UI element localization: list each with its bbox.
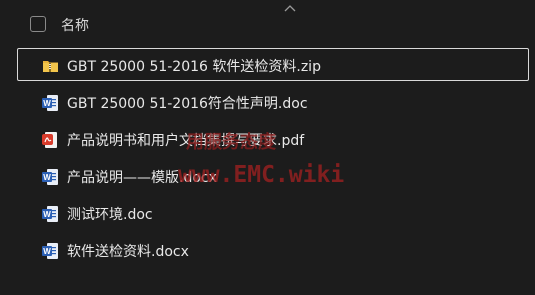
pdf-icon — [42, 132, 57, 148]
file-row-doc[interactable]: W GBT 25000 51-2016符合性声明.doc — [17, 85, 529, 118]
file-row-pdf[interactable]: 产品说明书和用户文档集撰写要求.pdf — [17, 122, 529, 155]
column-header: 名称 — [0, 8, 535, 40]
file-name: GBT 25000 51-2016 软件送检资料.zip — [67, 59, 321, 75]
svg-text:W: W — [43, 247, 51, 256]
word-icon: W — [42, 206, 58, 222]
file-name: GBT 25000 51-2016符合性声明.doc — [67, 96, 308, 112]
svg-text:W: W — [43, 99, 51, 108]
select-all-checkbox[interactable] — [30, 16, 46, 32]
word-icon: W — [42, 169, 58, 185]
file-name: 测试环境.doc — [67, 207, 153, 223]
svg-text:W: W — [43, 210, 51, 219]
name-column-header[interactable]: 名称 — [61, 15, 89, 35]
file-row-docx[interactable]: W 软件送检资料.docx — [17, 233, 529, 266]
svg-text:W: W — [43, 173, 51, 182]
file-row-zip[interactable]: GBT 25000 51-2016 软件送检资料.zip — [17, 48, 529, 81]
folder-zip-icon — [43, 61, 58, 72]
word-icon: W — [42, 95, 58, 111]
file-row-doc[interactable]: W 测试环境.doc — [17, 196, 529, 229]
word-icon: W — [42, 243, 58, 259]
file-name: 软件送检资料.docx — [67, 244, 189, 260]
file-row-docx[interactable]: W 产品说明——模版.docx — [17, 159, 529, 192]
file-name: 产品说明书和用户文档集撰写要求.pdf — [67, 133, 305, 149]
file-name: 产品说明——模版.docx — [67, 170, 217, 186]
